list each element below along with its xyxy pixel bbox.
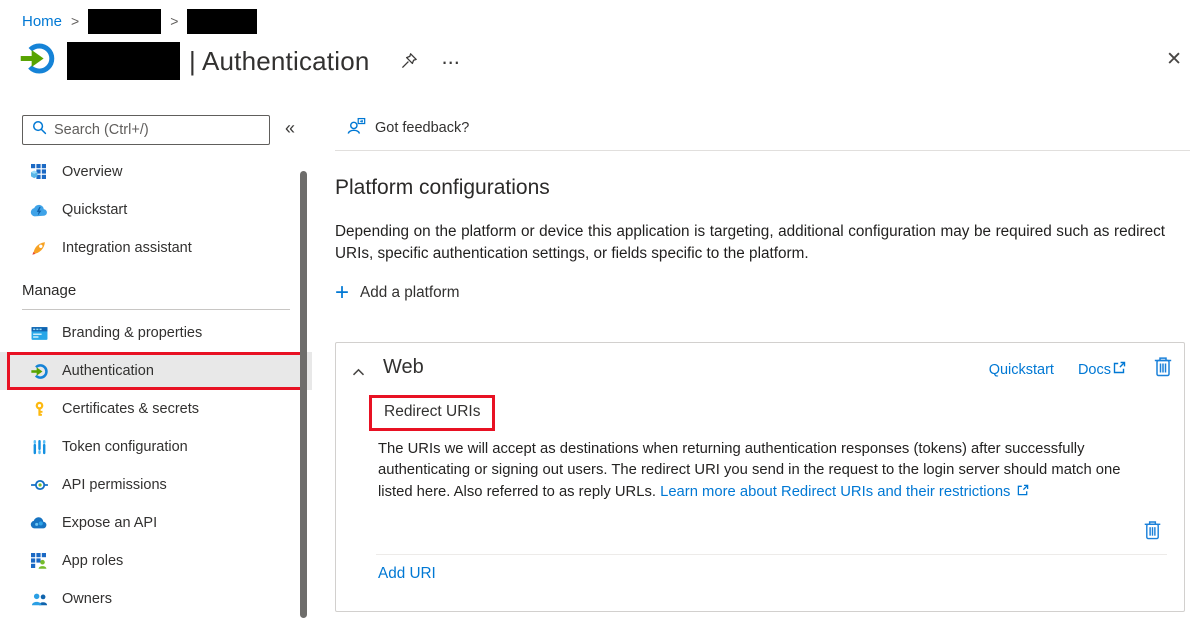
add-a-platform-label: Add a platform — [360, 284, 459, 302]
sidebar-item-api-permissions[interactable]: API permissions — [0, 466, 312, 504]
authentication-icon — [30, 363, 48, 380]
sidebar-item-expose-an-api[interactable]: Expose an API — [0, 504, 312, 542]
sidebar-item-label: Token configuration — [62, 439, 188, 455]
sidebar-scrollbar[interactable] — [300, 171, 307, 618]
sidebar-item-overview[interactable]: Overview — [0, 153, 312, 191]
plus-icon: + — [335, 283, 349, 303]
learn-more-link[interactable]: Learn more about Redirect URIs and their… — [660, 484, 1010, 500]
app-roles-icon — [30, 553, 48, 569]
breadcrumb: Home > > — [22, 8, 257, 34]
sidebar-item-label: Overview — [62, 164, 122, 180]
overview-icon — [30, 164, 48, 180]
add-uri-link[interactable]: Add URI — [378, 565, 436, 583]
api-permissions-icon — [30, 479, 48, 491]
docs-link-label: Docs — [1078, 362, 1111, 378]
external-link-icon — [1012, 484, 1028, 500]
sidebar-item-label: Expose an API — [62, 515, 157, 531]
platform-configurations-title: Platform configurations — [335, 176, 550, 200]
sidebar-item-app-roles[interactable]: App roles — [0, 542, 312, 580]
sidebar-item-label: App roles — [62, 553, 123, 569]
more-options-icon[interactable]: ... — [442, 52, 460, 70]
sidebar-item-label: Branding & properties — [62, 325, 202, 341]
page-header: | Authentication ... — [20, 40, 460, 82]
sidebar-item-integration-assistant[interactable]: Integration assistant — [0, 229, 312, 267]
sidebar-section-manage: Manage — [22, 282, 76, 299]
toolbar-divider — [335, 150, 1190, 151]
key-icon — [30, 401, 48, 417]
sidebar-nav-manage: Branding & properties Authentication Cer… — [0, 314, 312, 618]
web-card-links: Quickstart Docs — [989, 361, 1126, 378]
uri-row-divider — [376, 554, 1167, 555]
annotation-box-redirect-uris: Redirect URIs — [369, 395, 495, 431]
quickstart-link[interactable]: Quickstart — [989, 362, 1054, 378]
delete-platform-trash-icon[interactable] — [1153, 355, 1173, 383]
redacted-breadcrumb-item[interactable] — [88, 9, 161, 34]
feedback-person-icon — [347, 117, 366, 139]
sidebar-item-branding-properties[interactable]: Branding & properties — [0, 314, 312, 352]
app-registration-icon — [20, 41, 55, 81]
breadcrumb-separator: > — [71, 13, 79, 29]
owners-people-icon — [30, 592, 48, 606]
browser-window-icon — [30, 326, 48, 341]
redacted-app-name — [67, 42, 180, 80]
sidebar-item-label: Owners — [62, 591, 112, 607]
redacted-breadcrumb-item[interactable] — [187, 9, 257, 34]
sidebar-item-owners[interactable]: Owners — [0, 580, 312, 618]
got-feedback-button[interactable]: Got feedback? — [347, 117, 469, 139]
pin-icon[interactable] — [400, 52, 418, 70]
sidebar-item-certificates-secrets[interactable]: Certificates & secrets — [0, 390, 312, 428]
search-icon — [32, 120, 47, 140]
sidebar-item-label: Certificates & secrets — [62, 401, 199, 417]
breadcrumb-separator: > — [170, 13, 178, 29]
web-card-title: Web — [383, 356, 424, 379]
search-input[interactable] — [54, 122, 260, 138]
sidebar-divider — [22, 309, 290, 310]
sidebar-item-authentication[interactable]: Authentication — [0, 352, 312, 390]
breadcrumb-home-link[interactable]: Home — [22, 13, 62, 30]
sidebar-item-label: Quickstart — [62, 202, 127, 218]
chevron-up-icon[interactable] — [352, 364, 365, 382]
sidebar-item-label: Integration assistant — [62, 240, 192, 256]
page-title: | Authentication — [189, 46, 370, 77]
collapse-sidebar-icon[interactable]: « — [285, 118, 295, 139]
sidebar-item-label: Authentication — [62, 363, 154, 379]
redirect-uris-heading: Redirect URIs — [384, 403, 480, 420]
rocket-icon — [30, 240, 48, 256]
docs-link[interactable]: Docs — [1078, 361, 1126, 378]
web-platform-card: Web Quickstart Docs — [335, 342, 1185, 612]
sidebar-item-label: API permissions — [62, 477, 167, 493]
got-feedback-label: Got feedback? — [375, 120, 469, 136]
api-cloud-icon — [30, 517, 48, 529]
sidebar-item-quickstart[interactable]: Quickstart — [0, 191, 312, 229]
sidebar-search — [22, 115, 270, 145]
external-link-icon — [1113, 361, 1126, 378]
delete-uri-trash-icon[interactable] — [1143, 519, 1162, 546]
sliders-icon — [30, 439, 48, 455]
add-a-platform-button[interactable]: + Add a platform — [335, 283, 460, 303]
quickstart-icon — [30, 204, 48, 217]
platform-configurations-description: Depending on the platform or device this… — [335, 221, 1165, 264]
annotation-box-authentication — [7, 352, 303, 390]
sidebar-item-token-configuration[interactable]: Token configuration — [0, 428, 312, 466]
sidebar-nav-top: Overview Quickstart Integration assistan… — [0, 153, 312, 267]
redirect-uris-description: The URIs we will accept as destinations … — [378, 439, 1136, 503]
close-icon[interactable]: ✕ — [1166, 48, 1182, 71]
